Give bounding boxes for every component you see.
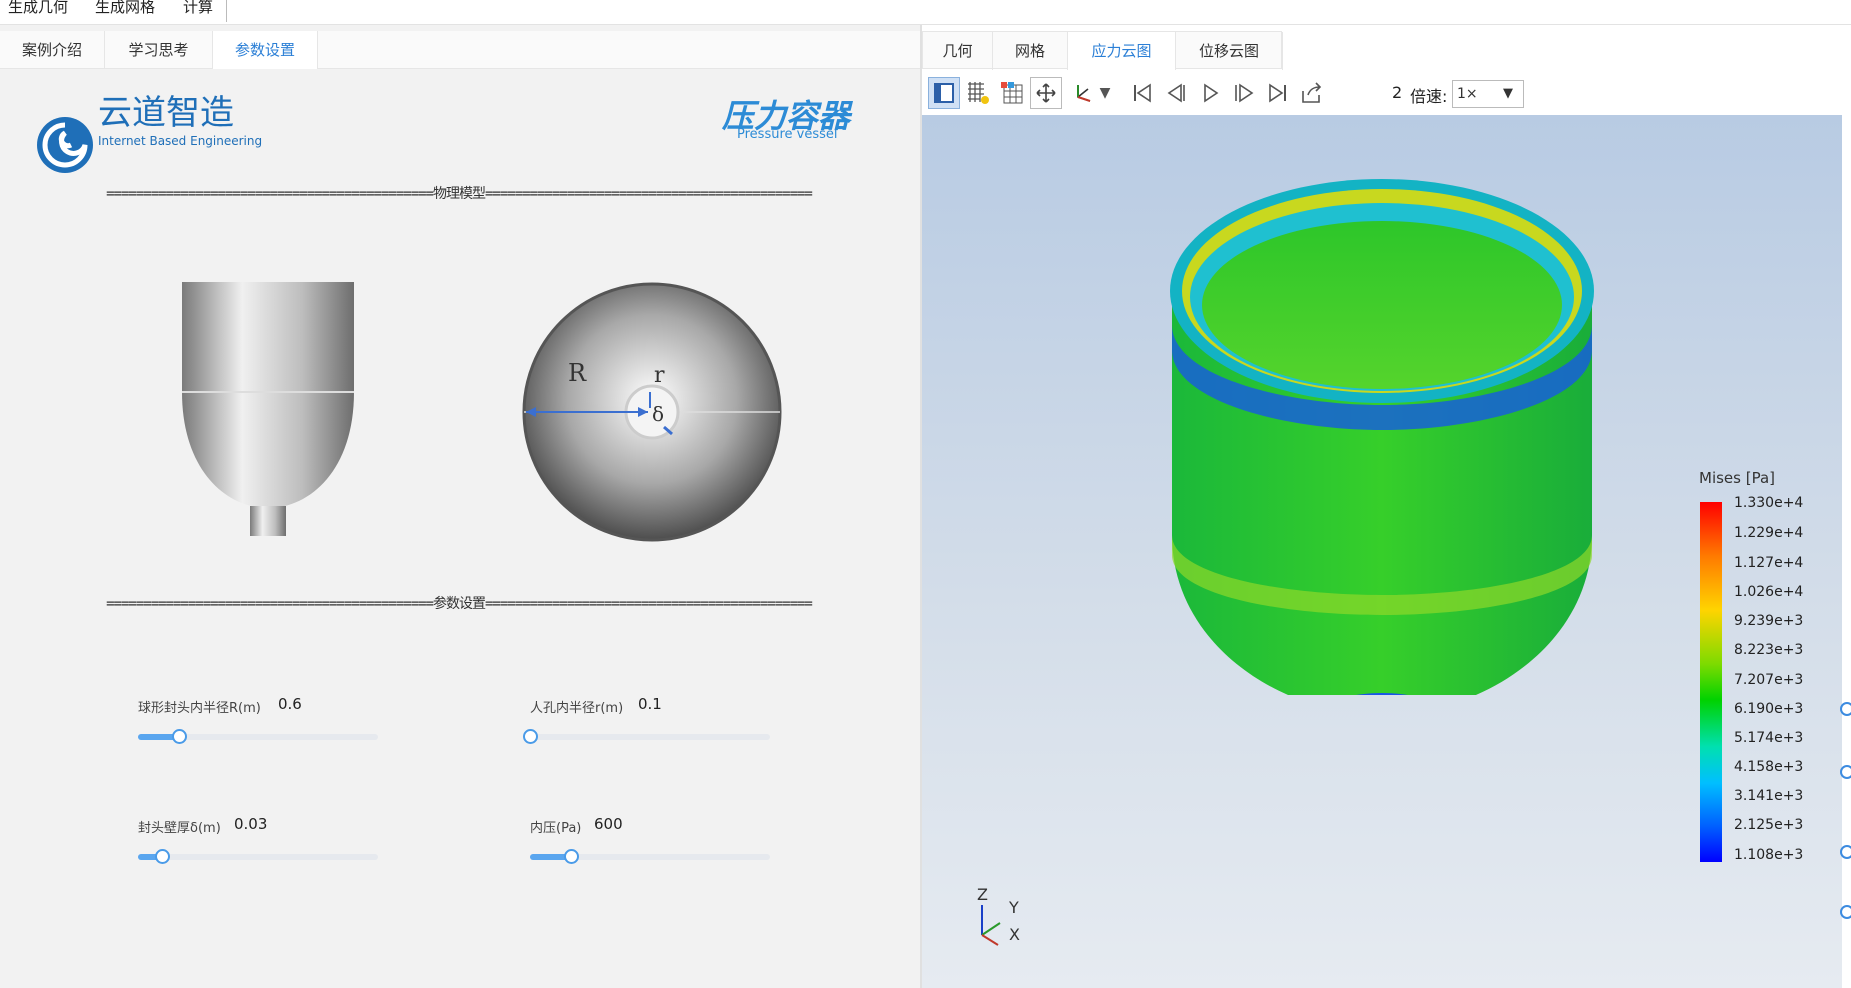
legend-value: 1.229e+4 [1734,525,1804,541]
tab-stress-contour[interactable]: 应力云图 [1068,32,1176,70]
last-frame-icon[interactable] [1262,77,1294,109]
legend-value: 2.125e+3 [1734,817,1804,833]
menu-separator [226,0,227,22]
tab-study-thinking[interactable]: 学习思考 [105,31,213,69]
speed-select-value: 1× [1457,86,1478,102]
3d-viewport[interactable]: Mises [Pa] 1.330e+4 1.229e+4 1.127e+4 1.… [922,115,1847,988]
chevron-down-icon: ▼ [1503,86,1513,101]
param-value-wall-thickness: 0.03 [234,815,268,833]
tab-displacement-contour[interactable]: 位移云图 [1176,32,1283,70]
next-frame-icon[interactable] [1228,77,1260,109]
legend-value: 1.127e+4 [1734,555,1804,571]
top-menu: 生成几何 生成网格 计算 [0,0,1851,25]
slider-manhole-radius[interactable] [523,729,770,744]
diagram-label-delta: δ [652,402,665,426]
tab-mesh[interactable]: 网格 [993,32,1068,70]
legend-title: Mises [Pa] [1699,469,1776,487]
left-tab-bar: 案例介绍 学习思考 参数设置 [0,31,920,69]
legend-value: 6.190e+3 [1734,701,1804,717]
rotate-icon[interactable] [1840,765,1851,779]
menu-generate-geometry[interactable]: 生成几何 [8,0,68,17]
right-panel: 几何 网格 应力云图 位移云图 ▼ 2 倍速: 1× ▼ Mises [Pa] … [922,25,1851,988]
menu-generate-mesh[interactable]: 生成网格 [95,0,155,17]
param-label-internal-pressure: 内压(Pa) [530,821,582,836]
tab-case-intro[interactable]: 案例介绍 [0,31,105,69]
diagram-label-R: R [568,359,587,387]
pan-icon[interactable] [1840,845,1851,859]
legend-value: 1.330e+4 [1734,495,1804,511]
legend-value: 4.158e+3 [1734,759,1804,775]
tab-geometry[interactable]: 几何 [923,32,993,70]
slider-internal-pressure[interactable] [530,849,770,864]
legend-value: 1.108e+3 [1734,847,1804,863]
divider-physical-model: ========================================… [106,186,813,199]
viewer-toolbar: ▼ 2 倍速: 1× ▼ [922,71,1851,115]
slider-thumb[interactable] [564,849,579,864]
product-subtitle: Pressure vessel [737,127,838,142]
menu-compute[interactable]: 计算 [183,0,213,17]
slider-thumb[interactable] [155,849,170,864]
axis-dropdown-icon[interactable]: ▼ [1096,77,1114,109]
fit-view-icon[interactable] [1030,77,1062,109]
zoom-out-icon[interactable] [1840,905,1851,919]
legend-value: 7.207e+3 [1734,672,1804,688]
param-value-internal-pressure: 600 [594,815,623,833]
legend-value: 9.239e+3 [1734,613,1804,629]
mesh-light-icon[interactable] [962,77,994,109]
play-icon[interactable] [1194,77,1226,109]
prev-frame-icon[interactable] [1160,77,1192,109]
axis-label-z: Z [977,885,988,904]
slider-thumb[interactable] [172,729,187,744]
axis-label-x: X [1009,925,1020,944]
legend-value: 1.026e+4 [1734,584,1804,600]
zoom-in-icon[interactable] [1840,702,1851,716]
legend-value: 5.174e+3 [1734,730,1804,746]
speed-select[interactable]: 1× ▼ [1452,80,1524,108]
slider-wall-thickness[interactable] [138,849,378,864]
brand-subtitle: Internet Based Engineering [98,134,263,148]
right-edge-strip [1842,25,1851,988]
param-value-manhole-radius: 0.1 [638,695,662,713]
vessel-side-diagram [182,282,354,536]
slider-thumb[interactable] [523,729,538,744]
view-mode-icon[interactable] [928,77,960,109]
param-label-manhole-radius: 人孔内半径r(m) [530,701,624,716]
brand-name: 云道智造 [98,93,234,133]
divider-params: ========================================… [106,596,813,609]
param-label-wall-thickness: 封头壁厚δ(m) [138,821,221,836]
right-tab-bar: 几何 网格 应力云图 位移云图 [922,31,1283,70]
first-frame-icon[interactable] [1126,77,1158,109]
frame-number: 2 [1392,83,1403,102]
legend-value: 8.223e+3 [1734,642,1804,658]
legend-value: 3.141e+3 [1734,788,1804,804]
left-panel: 案例介绍 学习思考 参数设置 云道智造 Internet Based Engin… [0,25,920,988]
tab-param-settings[interactable]: 参数设置 [213,31,318,69]
export-icon[interactable] [1296,77,1328,109]
slider-sphere-radius[interactable] [138,729,378,744]
param-label-sphere-radius: 球形封头内半径R(m) [138,701,261,716]
param-value-sphere-radius: 0.6 [278,695,302,713]
diagram-label-r: r [654,363,665,388]
legend-color-bar [1700,502,1722,862]
speed-label: 倍速: [1410,87,1448,106]
stress-contour-model [1170,179,1594,695]
axis-label-y: Y [1009,898,1019,917]
swirl-logo-icon [37,117,93,173]
grid-color-icon[interactable] [996,77,1028,109]
